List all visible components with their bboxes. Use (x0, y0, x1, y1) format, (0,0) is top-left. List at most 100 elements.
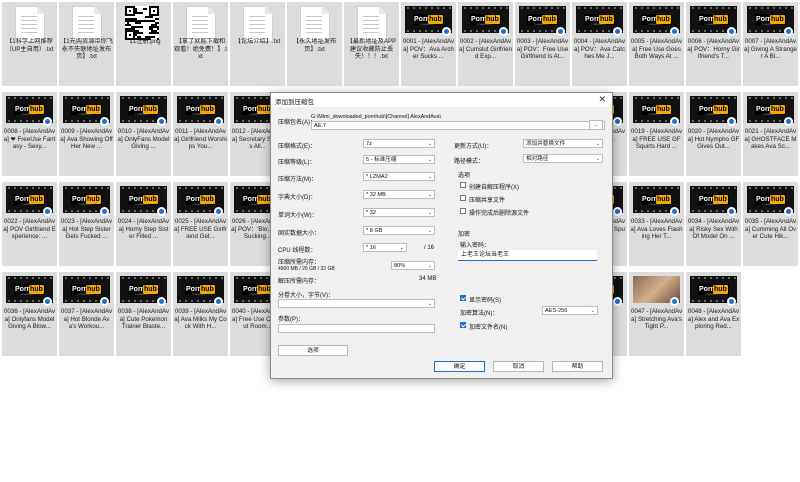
show-password-checkbox[interactable] (460, 295, 466, 301)
pathmode-value: 相对路径 (526, 156, 549, 162)
text-file-tile[interactable]: 【拿了就能下载和观看！绝免费！】.txt (173, 2, 228, 86)
word-select[interactable]: * 32 ⌄ (363, 208, 435, 217)
cpu-select[interactable]: * 16 ⌄ (363, 243, 407, 252)
file-name: 0021 - [AlexAndAva] GHOSTFACE Makes Ava … (744, 128, 797, 151)
sync-badge-icon (100, 297, 109, 306)
delete-checkbox[interactable] (460, 208, 466, 214)
sync-badge-icon (670, 297, 679, 306)
file-name: 【永久地址发布页】.txt (292, 38, 337, 53)
sync-badge-icon (556, 27, 565, 36)
sync-badge-icon (100, 207, 109, 216)
sync-badge-icon (214, 117, 223, 126)
word-value: * 32 (366, 210, 376, 216)
update-value: 添加并替换文件 (526, 141, 566, 147)
file-name: 0006 - [AlexAndAva] POV：Horny Girlfriend… (687, 38, 740, 61)
video-file-tile[interactable]: Porn hub COMMUNITY 0039 - [AlexAndAva] Ava … (173, 272, 228, 356)
file-name: 【1元购资源带你飞 永不失联地址发布页】.txt (60, 38, 113, 61)
sync-badge-icon (613, 27, 622, 36)
sync-badge-icon (442, 27, 451, 36)
video-file-tile[interactable]: Porn hub COMMUNITY 0002 - [AlexAndAva] Cums… (458, 2, 513, 86)
format-select[interactable]: 7z ⌄ (363, 139, 435, 148)
video-file-tile[interactable]: Porn hub COMMUNITY 0009 - [AlexAndAva] Ava … (59, 92, 114, 176)
video-file-tile[interactable]: Porn hub COMMUNITY 0021 - [AlexAndAva] GHOS… (743, 92, 798, 176)
text-file-tile[interactable]: 【1元购资源带你飞 永不失联地址发布页】.txt (59, 2, 114, 86)
level-label: 压缩等级(L)： (278, 160, 316, 166)
update-select[interactable]: 添加并替换文件 ⌄ (523, 139, 603, 148)
image-file-tile[interactable]: 【1注册.png (116, 2, 171, 86)
video-file-tile[interactable]: Porn hub COMMUNITY 0001 - [AlexAndAva] POV：… (401, 2, 456, 86)
level-select[interactable]: 5 - 标准压缩 ⌄ (363, 155, 435, 164)
mem-decomp-value: 34 MB (419, 276, 437, 282)
sfx-checkbox[interactable] (460, 182, 466, 188)
video-file-tile[interactable]: Porn hub COMMUNITY 0034 - [AlexAndAva] Risk… (686, 182, 741, 266)
file-name: 0022 - [AlexAndAva] POV Girlfriend Exper… (3, 218, 56, 241)
solid-select[interactable]: * 8 GB ⌄ (363, 226, 435, 235)
video-file-tile[interactable]: Porn hub COMMUNITY 0036 - [AlexAndAva] Only… (2, 272, 57, 356)
sfx-label: 创建自解压程序(X) (469, 185, 519, 191)
help-button[interactable]: 帮助 (552, 361, 603, 372)
video-file-tile[interactable]: Porn hub COMMUNITY 0024 - [AlexAndAva] Horn… (116, 182, 171, 266)
params-input[interactable] (278, 324, 435, 333)
password-input[interactable]: 上老王论坛当老王 (458, 250, 597, 261)
update-label: 更新方式(U)： (454, 144, 493, 150)
close-icon[interactable]: ✕ (598, 94, 606, 105)
enc-method-select[interactable]: AES-256 ⌄ (542, 306, 598, 315)
video-file-tile[interactable]: Porn hub COMMUNITY 0006 - [AlexAndAva] POV：… (686, 2, 741, 86)
chevron-down-icon: ⌄ (399, 245, 404, 251)
file-name: 【拿了就能下载和观看！绝免费！】.txt (174, 38, 227, 61)
video-file-tile[interactable]: Porn hub COMMUNITY 0003 - [AlexAndAva] POV：… (515, 2, 570, 86)
video-file-tile[interactable]: Porn hub COMMUNITY 0020 - [AlexAndAva] Hot … (686, 92, 741, 176)
brand-logo-icon: PornhubCOMMUNITY (641, 14, 672, 26)
show-password-label: 显示密码(S) (469, 298, 501, 304)
file-name: 0034 - [AlexAndAva] Risky Sex With Of Mo… (687, 218, 740, 241)
file-name: 0009 - [AlexAndAva] Ava Showing Off Her … (60, 128, 113, 151)
brand-logo-icon: PornhubCOMMUNITY (14, 104, 45, 116)
options-group-title: 选项 (458, 173, 471, 179)
pathmode-select[interactable]: 相对路径 ⌄ (523, 154, 603, 163)
chevron-down-icon: ⌄ (427, 174, 432, 180)
video-file-tile[interactable]: Porn hub COMMUNITY 0035 - [AlexAndAva] Cumm… (743, 182, 798, 266)
browse-button[interactable]: ... (589, 120, 603, 130)
video-file-tile[interactable]: 0047 - [AlexAndAva] Stretching Ava's Tig… (629, 272, 684, 356)
format-label: 压缩格式(E)： (278, 144, 316, 150)
shared-checkbox[interactable] (460, 195, 466, 201)
video-file-tile[interactable]: Porn hub COMMUNITY 0008 - [AlexAndAva] ❤ Fr… (2, 92, 57, 176)
word-label: 单词大小(W)： (278, 213, 318, 219)
text-file-icon (15, 6, 45, 42)
mem-decomp-label: 解压所需内存： (278, 279, 321, 285)
file-name: 【1注册.png (126, 38, 161, 45)
video-file-tile[interactable]: Porn hub COMMUNITY 0038 - [AlexAndAva] Cute… (116, 272, 171, 356)
dict-select[interactable]: * 32 MB ⌄ (363, 190, 435, 199)
chevron-down-icon: ⌄ (427, 157, 432, 163)
cpu-label: CPU 线程数： (278, 248, 317, 254)
encrypt-names-checkbox[interactable] (460, 322, 466, 328)
file-name: 0002 - [AlexAndAva] Cumslut Girlfriend E… (459, 38, 512, 61)
ok-button[interactable]: 确定 (434, 361, 485, 372)
video-file-tile[interactable]: Porn hub COMMUNITY 0004 - [AlexAndAva] POV：… (572, 2, 627, 86)
video-file-tile[interactable]: Porn hub COMMUNITY 0033 - [AlexAndAva] Ava … (629, 182, 684, 266)
options-button[interactable]: 选项 (278, 345, 348, 356)
video-file-tile[interactable]: Porn hub COMMUNITY 0019 - [AlexAndAva] FREE… (629, 92, 684, 176)
video-file-tile[interactable]: Porn hub COMMUNITY 0007 - [AlexAndAva] Givi… (743, 2, 798, 86)
split-select[interactable]: ⌄ (278, 299, 435, 308)
video-file-tile[interactable]: Porn hub COMMUNITY 0011 - [AlexAndAva] Girl… (173, 92, 228, 176)
video-file-tile[interactable]: Porn hub COMMUNITY 0023 - [AlexAndAva] Hot … (59, 182, 114, 266)
method-select[interactable]: * LZMA2 ⌄ (363, 172, 435, 181)
video-file-tile[interactable]: Porn hub COMMUNITY 0022 - [AlexAndAva] POV … (2, 182, 57, 266)
video-file-tile[interactable]: Porn hub COMMUNITY 0048 - [AlexAndAva] Alex… (686, 272, 741, 356)
brand-logo-icon: PornhubCOMMUNITY (698, 284, 729, 296)
video-file-tile[interactable]: Porn hub COMMUNITY 0010 - [AlexAndAva] Only… (116, 92, 171, 176)
chevron-down-icon: ⌄ (595, 156, 600, 162)
text-file-tile[interactable]: 【永久地址发布页】.txt (287, 2, 342, 86)
method-value: * LZMA2 (366, 174, 388, 180)
video-file-tile[interactable]: Porn hub COMMUNITY 0025 - [AlexAndAva] FREE… (173, 182, 228, 266)
text-file-tile[interactable]: 【论坛介绍】.txt (230, 2, 285, 86)
brand-logo-icon: PornhubCOMMUNITY (71, 284, 102, 296)
cancel-button[interactable]: 取消 (493, 361, 544, 372)
video-file-tile[interactable]: Porn hub COMMUNITY 0005 - [AlexAndAva] Free… (629, 2, 684, 86)
text-file-tile[interactable]: 【1科学上网推荐（UP主自用）.txt (2, 2, 57, 86)
video-file-tile[interactable]: Porn hub COMMUNITY 0037 - [AlexAndAva] Hot … (59, 272, 114, 356)
text-file-tile[interactable]: 【最新地址及APP建议收藏防止丢失！！！.txt (344, 2, 399, 86)
archive-name-combo[interactable]: AE.7⌄ (311, 121, 605, 130)
mem-percent-select[interactable]: 80% ⌄ (391, 261, 435, 270)
